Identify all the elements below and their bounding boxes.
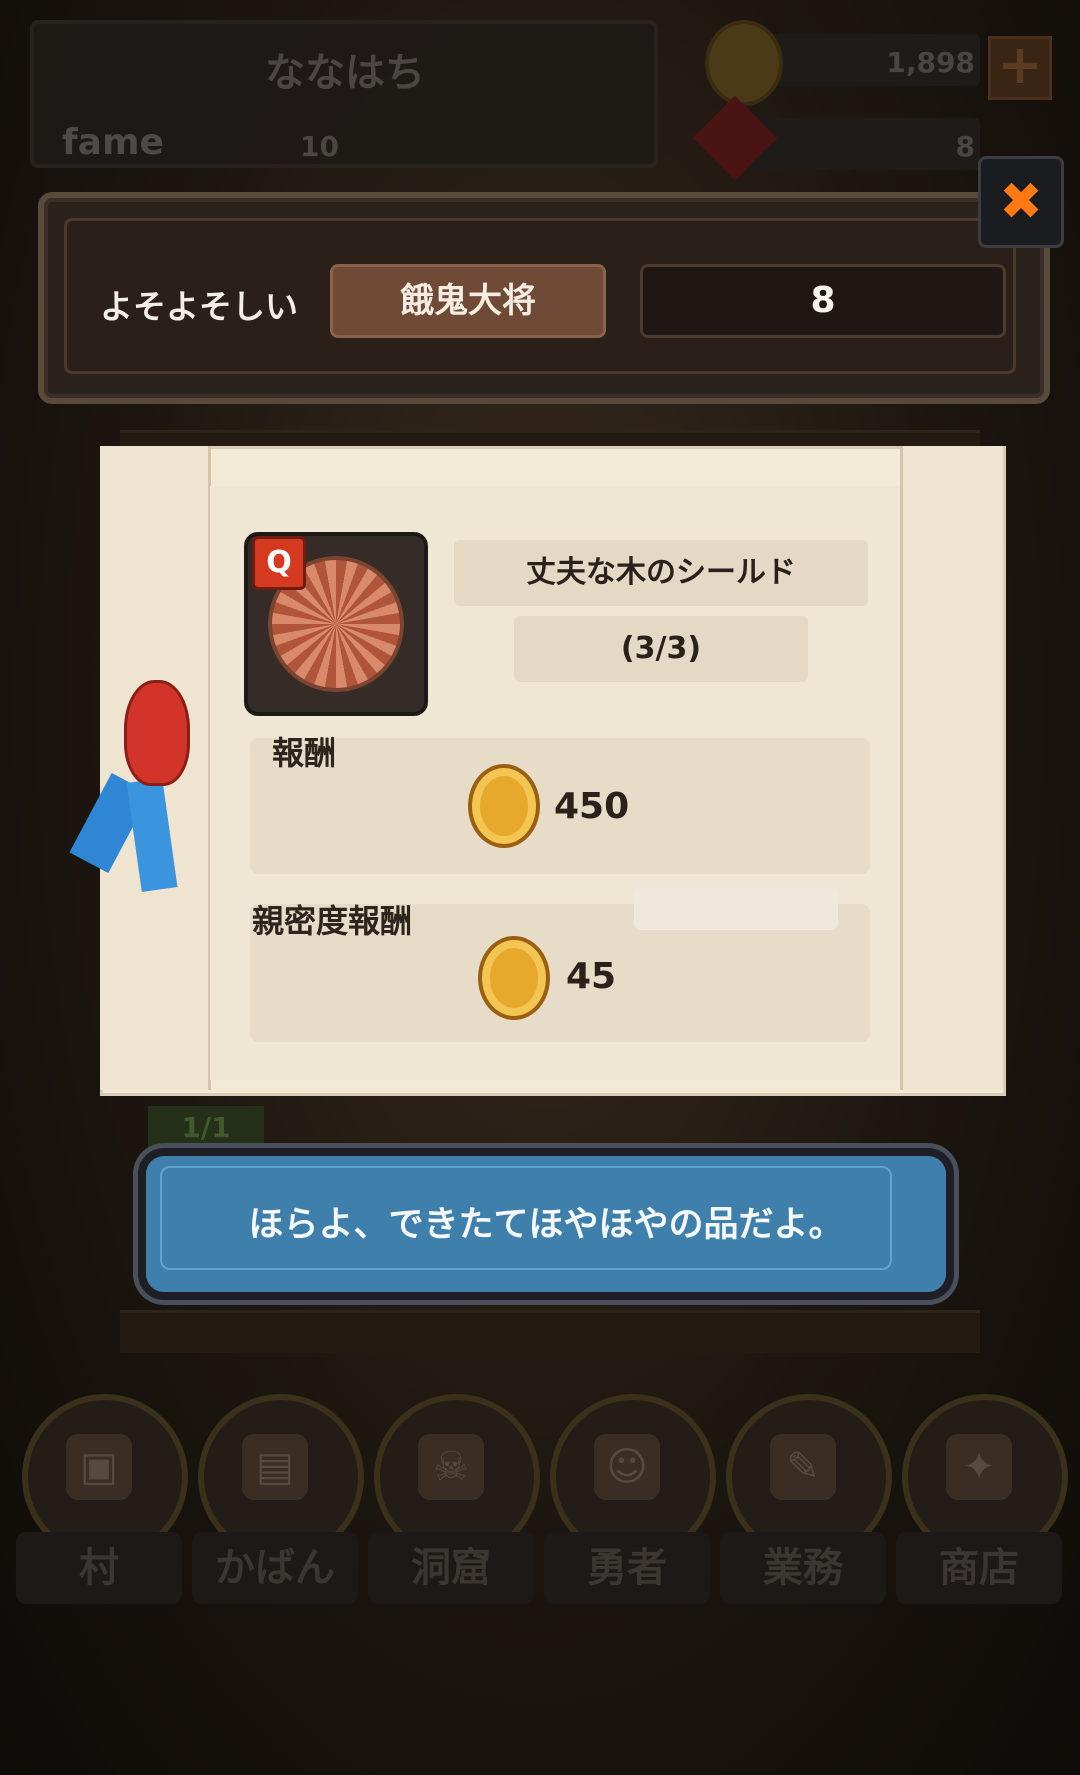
background-progress-tag: 1/1 bbox=[148, 1106, 264, 1150]
nav-tasks[interactable]: ✎ 業務 bbox=[720, 1394, 892, 1604]
add-gold-button[interactable]: + bbox=[988, 36, 1052, 100]
nav-label: かばん bbox=[192, 1532, 358, 1604]
hero-icon: ☺ bbox=[594, 1434, 660, 1500]
lock-icon: ▣ bbox=[66, 1434, 132, 1500]
tasks-icon: ✎ bbox=[770, 1434, 836, 1500]
fame-label: fame bbox=[62, 122, 164, 163]
nav-village[interactable]: ▣ 村 bbox=[16, 1394, 188, 1604]
reward-label: 報酬 bbox=[272, 734, 337, 772]
player-name: ななはち bbox=[265, 50, 425, 96]
nav-cave[interactable]: ☠ 洞窟 bbox=[368, 1394, 540, 1604]
item-progress: (3/3) bbox=[514, 616, 808, 682]
nav-label: 村 bbox=[16, 1532, 182, 1604]
gold-coin-icon bbox=[468, 764, 540, 848]
shop-icon: ✦ bbox=[946, 1434, 1012, 1500]
affinity-reward-label: 親密度報酬 bbox=[252, 902, 413, 940]
relationship-status: よそよそしい bbox=[100, 287, 298, 326]
reward-value: 450 bbox=[554, 786, 630, 827]
scroll-right-roll bbox=[900, 446, 1003, 1090]
affinity-level: 8 bbox=[640, 264, 1006, 338]
nav-label: 業務 bbox=[720, 1532, 886, 1604]
npc-title-plate: 餓鬼大将 bbox=[330, 264, 606, 338]
dialog-text: ほらよ、できたてほやほやの品だよ。 bbox=[248, 1205, 844, 1245]
nav-hero[interactable]: ☺ 勇者 bbox=[544, 1394, 716, 1604]
gold-coin-icon bbox=[705, 20, 783, 106]
item-name: 丈夫な木のシールド bbox=[454, 540, 868, 606]
nav-label: 洞窟 bbox=[368, 1532, 534, 1604]
quality-badge: Q bbox=[252, 536, 306, 590]
fame-value: 10 bbox=[300, 130, 339, 163]
nav-bag[interactable]: ▤ かばん bbox=[192, 1394, 364, 1604]
gem-amount: 8 bbox=[955, 130, 975, 163]
affinity-highlight bbox=[634, 888, 838, 930]
wax-seal-icon bbox=[124, 680, 190, 786]
affinity-reward-value: 45 bbox=[566, 956, 617, 997]
gold-amount: 1,898 bbox=[886, 46, 975, 79]
nav-label: 勇者 bbox=[544, 1532, 710, 1604]
close-button[interactable]: ✖ bbox=[978, 156, 1064, 248]
nav-label: 商店 bbox=[896, 1532, 1062, 1604]
nav-shop[interactable]: ✦ 商店 bbox=[896, 1394, 1068, 1604]
cave-icon: ☠ bbox=[418, 1434, 484, 1500]
gold-coin-icon bbox=[478, 936, 550, 1020]
background-shelf bbox=[120, 1310, 980, 1353]
bag-icon: ▤ bbox=[242, 1434, 308, 1500]
